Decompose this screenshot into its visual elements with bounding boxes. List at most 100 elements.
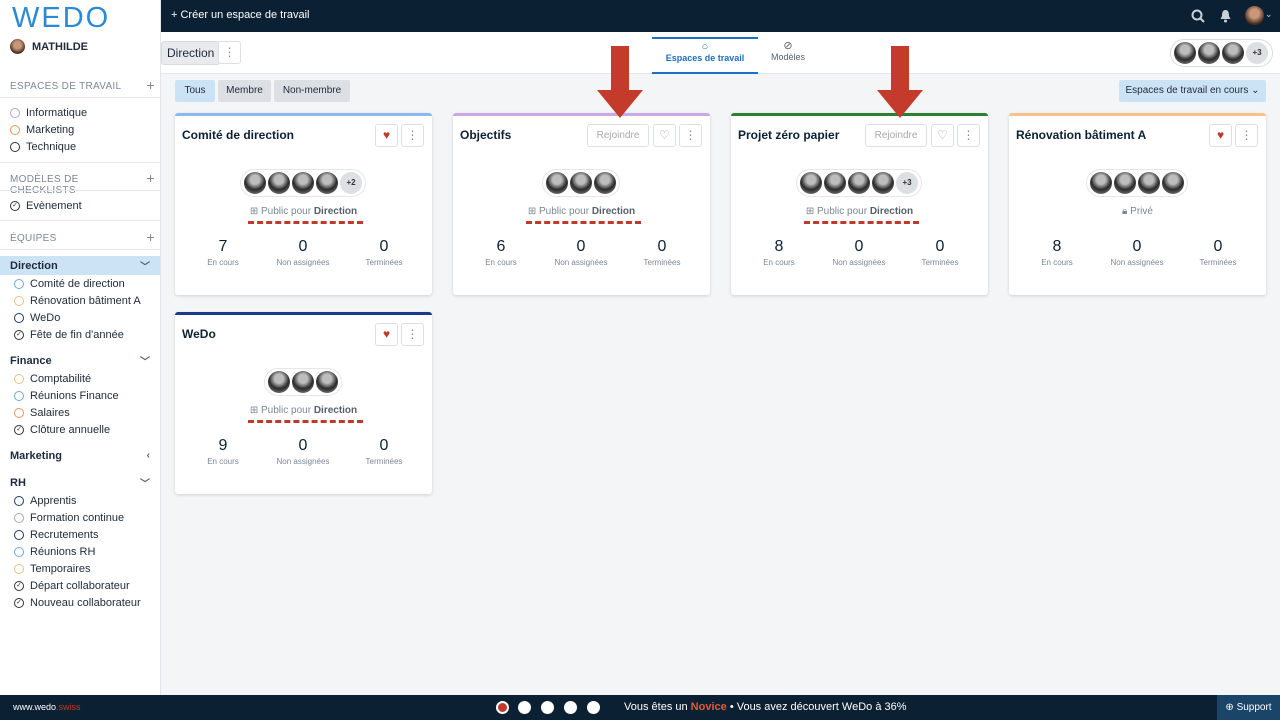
card-menu-icon[interactable]: ⋮ [401,323,424,346]
team-members-group[interactable]: +3 [1170,39,1273,67]
stat-in_progress[interactable]: 7 En cours [183,238,263,267]
sidebar-item-technique[interactable]: Technique [10,141,76,153]
user-profile[interactable]: MATHILDE [10,39,88,54]
heart-icon[interactable]: ♥ [375,323,398,346]
bell-icon[interactable] [1219,9,1232,23]
sidebar-item-comptabilite[interactable]: Comptabilité [14,373,91,385]
card-title[interactable]: Objectifs [460,128,511,142]
heart-icon[interactable]: ♥ [375,124,398,147]
filter-all-button[interactable]: Tous [175,80,215,102]
stat-unassigned[interactable]: 0 Non assignées [819,238,899,267]
workspace-card[interactable]: WeDo ♥ ⋮ ⊞ Public pour Direction 9 En cours 0 N… [175,312,432,494]
tab-templates[interactable]: ⊘ Modèles [758,37,818,74]
team-finance[interactable]: Finance ﹀ [0,351,160,370]
sidebar-item-reunions-finance[interactable]: Réunions Finance [14,390,119,402]
stat-done[interactable]: 0 Terminées [622,238,702,267]
sidebar-item-nouveau[interactable]: ✓ Nouveau collaborateur [14,597,141,609]
sidebar-item-formation[interactable]: Formation continue [14,512,124,524]
chevron-down-icon[interactable]: ﹀ [140,475,150,490]
members-group[interactable] [1086,169,1188,197]
sidebar-item-fete[interactable]: ✓ Fête de fin d'année [14,329,124,341]
workspace-card[interactable]: Projet zéro papier Rejoindre ♡ ⋮ +3 ⊞ Public … [731,113,988,295]
team-rh[interactable]: RH ﹀ [0,473,160,492]
members-group[interactable] [542,169,620,197]
card-menu-icon[interactable]: ⋮ [1235,124,1258,147]
workspace-card[interactable]: Objectifs Rejoindre ♡ ⋮ ⊞ Public pour Direct… [453,113,710,295]
red-arrow-annotation [877,46,923,118]
add-workspace-icon[interactable]: + [147,78,155,92]
team-marketing[interactable]: Marketing ‹ [0,446,160,465]
team-direction[interactable]: Direction ﹀ [0,256,160,275]
heart-outline-icon[interactable]: ♡ [653,124,676,147]
stat-done[interactable]: 0 Terminées [900,238,980,267]
stat-in_progress[interactable]: 6 En cours [461,238,541,267]
brand-footer[interactable]: www.wedo.swiss [13,702,81,712]
filter-member-button[interactable]: Membre [218,80,271,102]
progress-step-current[interactable] [496,701,509,714]
workspace-card[interactable]: Comité de direction ♥ ⋮ +2 ⊞ Public pour Dir… [175,113,432,295]
stat-unassigned[interactable]: 0 Non assignées [1097,238,1177,267]
sidebar-item-evenement[interactable]: ✓ Evènement [10,200,82,212]
stat-in_progress[interactable]: 8 En cours [739,238,819,267]
workspace-card[interactable]: Rénovation bâtiment A ♥ ⋮ 🔒︎ Privé 8 En cours… [1009,113,1266,295]
card-menu-icon[interactable]: ⋮ [401,124,424,147]
progress-step[interactable] [518,701,531,714]
stat-in_progress[interactable]: 9 En cours [183,437,263,466]
join-button[interactable]: Rejoindre [587,124,649,147]
card-title[interactable]: WeDo [182,327,216,341]
sidebar-item-informatique[interactable]: Informatique [10,107,87,119]
team-menu-icon[interactable]: ⋮ [218,41,241,64]
chevron-down-icon[interactable]: ﹀ [140,353,150,368]
sidebar-item-comite[interactable]: Comité de direction [14,278,125,290]
topbar: + Créer un espace de travail ⌄ [161,0,1280,32]
stat-done[interactable]: 0 Terminées [344,437,424,466]
stat-unassigned[interactable]: 0 Non assignées [263,238,343,267]
join-button[interactable]: Rejoindre [865,124,927,147]
sidebar-item-temporaires[interactable]: Temporaires [14,563,91,575]
sidebar-item-renovation[interactable]: Rénovation bâtiment A [14,295,141,307]
team-selector[interactable]: Direction [161,41,221,65]
progress-step[interactable] [587,701,600,714]
stat-unassigned[interactable]: 0 Non assignées [541,238,621,267]
sidebar-item-salaires[interactable]: Salaires [14,407,70,419]
heart-icon[interactable]: ♥ [1209,124,1232,147]
add-template-icon[interactable]: + [147,171,155,196]
subheader: Direction ⋮ ○ Espaces de travail ⊘ Modèles… [161,32,1280,74]
user-avatar-menu[interactable] [1245,6,1264,25]
sidebar-item-apprentis[interactable]: Apprentis [14,495,76,507]
card-menu-icon[interactable]: ⋮ [679,124,702,147]
search-icon[interactable] [1191,9,1205,23]
card-title[interactable]: Projet zéro papier [738,128,839,142]
member-avatar [316,371,338,393]
chevron-left-icon[interactable]: ‹ [147,450,150,461]
chevron-down-icon[interactable]: ⌄ [1265,9,1273,20]
stat-done[interactable]: 0 Terminées [344,238,424,267]
card-menu-icon[interactable]: ⋮ [957,124,980,147]
chevron-down-icon[interactable]: ﹀ [140,258,150,273]
members-group[interactable]: +3 [796,169,922,197]
stat-in_progress[interactable]: 8 En cours [1017,238,1097,267]
progress-step[interactable] [564,701,577,714]
members-group[interactable]: +2 [240,169,366,197]
stat-done[interactable]: 0 Terminées [1178,238,1258,267]
sidebar-item-wedo[interactable]: WeDo [14,312,60,324]
sidebar-item-reunions-rh[interactable]: Réunions RH [14,546,95,558]
filter-non-member-button[interactable]: Non-membre [274,80,350,102]
stat-unassigned[interactable]: 0 Non assignées [263,437,343,466]
sidebar-item-recrutements[interactable]: Recrutements [14,529,98,541]
tab-workspaces[interactable]: ○ Espaces de travail [652,37,758,74]
card-title[interactable]: Rénovation bâtiment A [1016,128,1146,142]
check-circle-icon: ✓ [14,330,24,340]
heart-outline-icon[interactable]: ♡ [931,124,954,147]
members-group[interactable] [264,368,342,396]
progress-step[interactable] [541,701,554,714]
add-team-icon[interactable]: + [147,230,155,244]
visibility-label: 🔒︎ Privé [1122,206,1153,217]
status-dropdown[interactable]: Espaces de travail en cours ⌄ [1119,80,1266,102]
card-title[interactable]: Comité de direction [182,128,294,142]
sidebar-item-marketing[interactable]: Marketing [10,124,74,136]
sidebar-item-cloture[interactable]: ✓ Clôture annuelle [14,424,110,436]
support-button[interactable]: ⊕ Support [1217,695,1280,720]
create-workspace-button[interactable]: + Créer un espace de travail [171,9,310,21]
sidebar-item-depart[interactable]: ✓ Départ collaborateur [14,580,130,592]
